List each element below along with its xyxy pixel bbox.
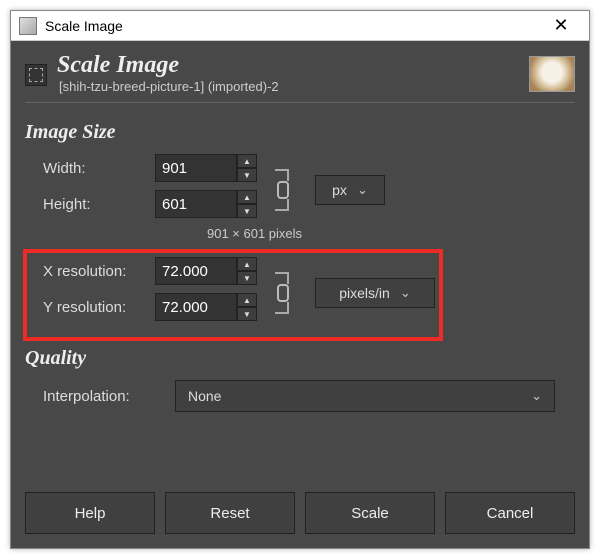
cancel-button[interactable]: Cancel xyxy=(445,492,575,534)
xres-input[interactable] xyxy=(155,257,237,285)
height-step-down[interactable]: ▼ xyxy=(237,204,257,218)
size-link-icon[interactable] xyxy=(271,169,295,211)
help-button[interactable]: Help xyxy=(25,492,155,534)
width-step-down[interactable]: ▼ xyxy=(237,168,257,182)
dialog-header: Scale Image [shih-tzu-breed-picture-1] (… xyxy=(25,53,575,103)
titlebar: Scale Image ✕ xyxy=(11,11,589,41)
reset-button[interactable]: Reset xyxy=(165,492,295,534)
section-quality: Quality xyxy=(25,347,575,370)
image-thumbnail xyxy=(529,56,575,92)
yres-label: Y resolution: xyxy=(25,299,155,316)
dialog-title: Scale Image xyxy=(57,53,529,77)
dimensions-group: Width: ▲ ▼ Height: ▲ xyxy=(25,154,575,226)
section-image-size: Image Size xyxy=(25,121,575,144)
width-label: Width: xyxy=(25,160,155,177)
interpolation-label: Interpolation: xyxy=(25,388,175,405)
width-step-up[interactable]: ▲ xyxy=(237,154,257,168)
chevron-down-icon: ⌄ xyxy=(357,182,368,198)
window-title: Scale Image xyxy=(45,18,541,34)
yres-step-down[interactable]: ▼ xyxy=(237,307,257,321)
size-caption: 901 × 601 pixels xyxy=(207,226,575,241)
dialog-body: Scale Image [shih-tzu-breed-picture-1] (… xyxy=(11,41,589,548)
xres-label: X resolution: xyxy=(25,263,155,280)
app-icon xyxy=(19,17,37,35)
height-spinner: ▲ ▼ xyxy=(155,190,265,218)
resolution-unit-dropdown[interactable]: pixels/in ⌄ xyxy=(315,278,435,308)
size-unit-dropdown[interactable]: px ⌄ xyxy=(315,175,385,205)
resolution-unit-label: pixels/in xyxy=(339,285,390,301)
height-input[interactable] xyxy=(155,190,237,218)
yres-step-up[interactable]: ▲ xyxy=(237,293,257,307)
scale-image-icon xyxy=(25,64,47,86)
yres-spinner: ▲ ▼ xyxy=(155,293,265,321)
scale-button[interactable]: Scale xyxy=(305,492,435,534)
xres-step-up[interactable]: ▲ xyxy=(237,257,257,271)
width-spinner: ▲ ▼ xyxy=(155,154,265,182)
header-texts: Scale Image [shih-tzu-breed-picture-1] (… xyxy=(57,53,529,94)
xres-spinner: ▲ ▼ xyxy=(155,257,265,285)
interpolation-value: None xyxy=(188,388,521,404)
yres-input[interactable] xyxy=(155,293,237,321)
interpolation-dropdown[interactable]: None ⌄ xyxy=(175,380,555,412)
dialog-subtitle: [shih-tzu-breed-picture-1] (imported)-2 xyxy=(59,79,529,94)
width-input[interactable] xyxy=(155,154,237,182)
chevron-down-icon: ⌄ xyxy=(531,388,542,404)
xres-step-down[interactable]: ▼ xyxy=(237,271,257,285)
size-unit-label: px xyxy=(332,182,347,198)
button-row: Help Reset Scale Cancel xyxy=(25,492,575,534)
resolution-group: X resolution: ▲ ▼ Y resolution: xyxy=(25,251,575,335)
height-step-up[interactable]: ▲ xyxy=(237,190,257,204)
resolution-link-icon[interactable] xyxy=(271,272,295,314)
height-label: Height: xyxy=(25,196,155,213)
scale-image-dialog: Scale Image ✕ Scale Image [shih-tzu-bree… xyxy=(10,10,590,549)
close-icon[interactable]: ✕ xyxy=(541,15,581,36)
chevron-down-icon: ⌄ xyxy=(400,285,411,301)
